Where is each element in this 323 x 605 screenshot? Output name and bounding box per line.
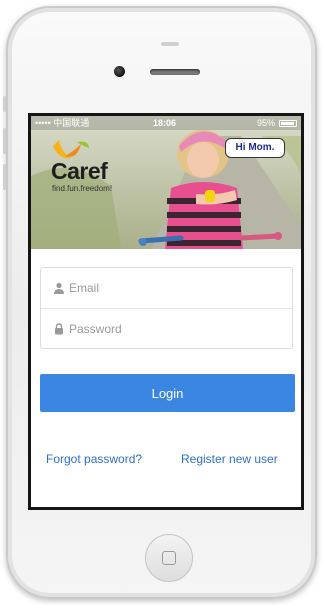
battery-fill xyxy=(281,122,295,125)
login-form xyxy=(40,267,293,349)
brand-tagline: find.fun.freedom! xyxy=(52,184,113,193)
front-camera xyxy=(114,66,125,77)
register-link[interactable]: Register new user xyxy=(181,452,278,466)
carrier-label: ••••• 中国联通 xyxy=(35,118,90,128)
volume-button xyxy=(3,128,6,154)
battery-label: 95% xyxy=(256,118,275,128)
brand-name: Caref xyxy=(51,158,108,184)
phone-screen: ••••• 中国联通 18:06 95% Caref find.fun.free… xyxy=(28,113,304,510)
earpiece xyxy=(150,69,200,75)
user-icon xyxy=(54,282,64,294)
email-field-row xyxy=(41,268,292,308)
forgot-password-link[interactable]: Forgot password? xyxy=(46,452,142,466)
login-button[interactable]: Login xyxy=(40,374,295,412)
mute-switch xyxy=(3,96,6,112)
status-bar: ••••• 中国联通 18:06 95% xyxy=(31,116,301,130)
battery-icon xyxy=(279,120,297,127)
home-square-icon xyxy=(162,551,176,565)
email-input[interactable] xyxy=(69,278,281,298)
speech-bubble: Hi Mom. xyxy=(225,138,285,158)
clock-label: 18:06 xyxy=(153,118,177,128)
stage: ••••• 中国联通 18:06 95% Caref find.fun.free… xyxy=(0,0,323,605)
volume-button xyxy=(3,164,6,190)
password-field-row xyxy=(41,309,292,349)
password-input[interactable] xyxy=(69,319,281,339)
lock-icon xyxy=(55,323,63,335)
top-sensor xyxy=(161,42,179,46)
home-button[interactable] xyxy=(145,534,193,582)
hero-banner: ••••• 中国联通 18:06 95% Caref find.fun.free… xyxy=(31,116,301,249)
